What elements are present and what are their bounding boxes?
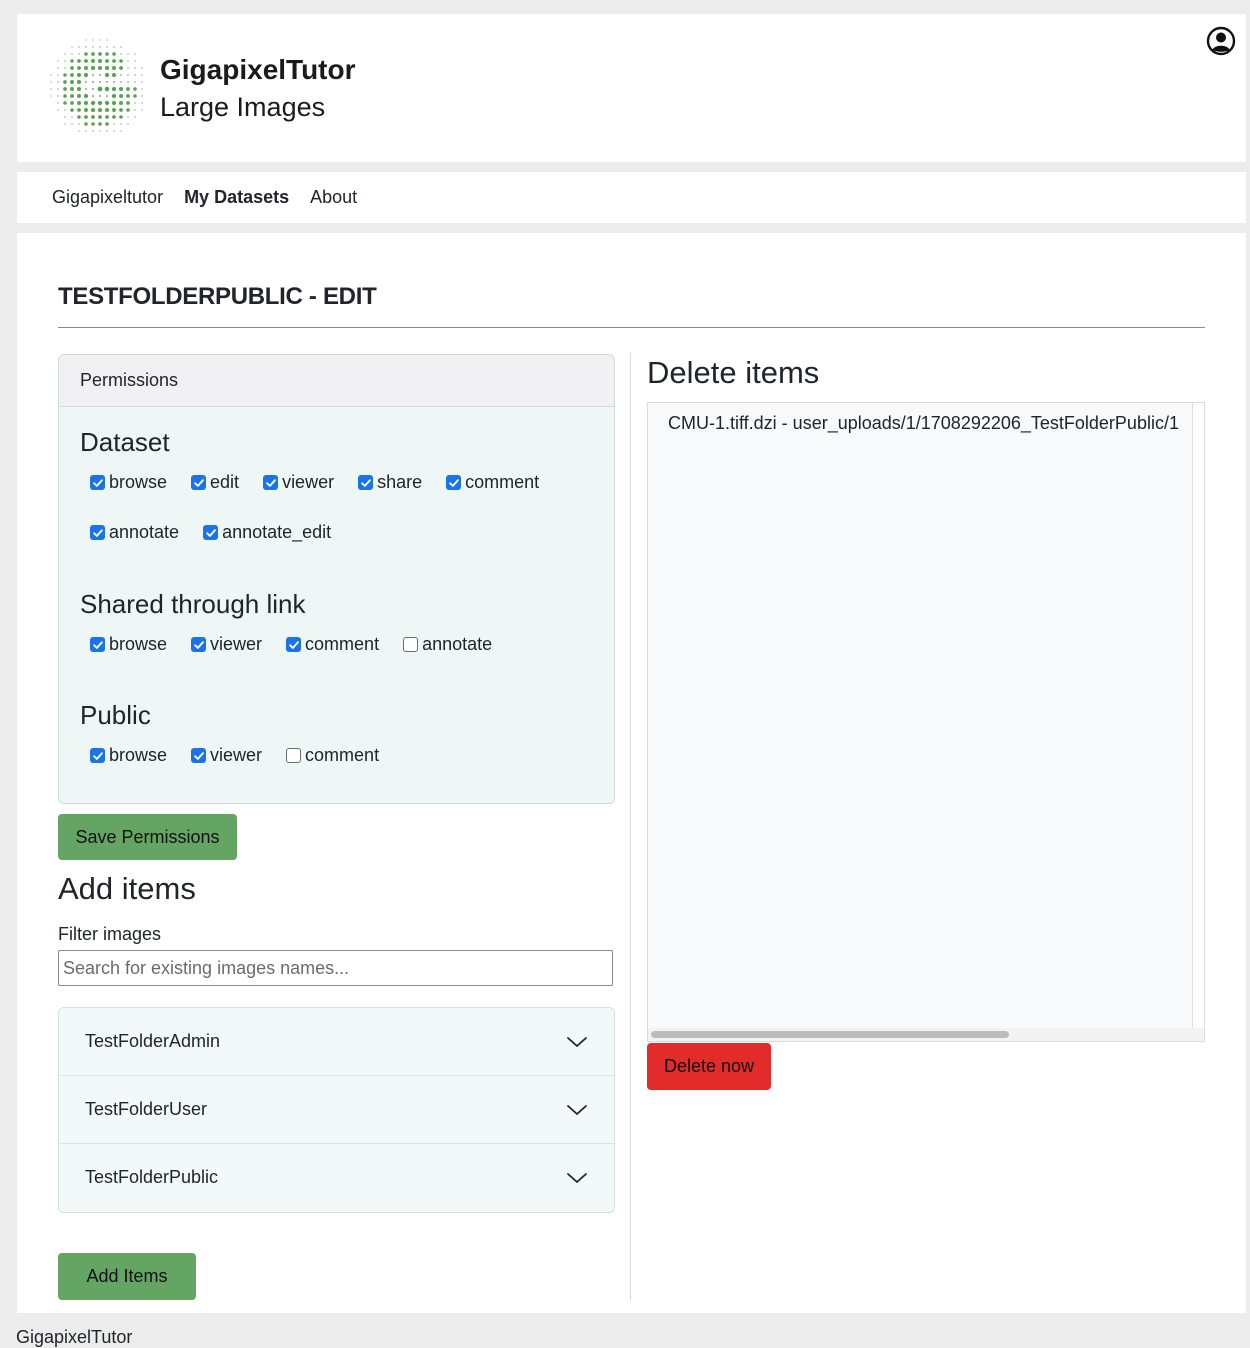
checkbox-label: viewer (282, 472, 335, 492)
dataset-annotate_edit-checkbox[interactable]: annotate_edit (203, 522, 331, 543)
folder-accordion-item[interactable]: TestFolderAdmin (59, 1008, 614, 1076)
site-header: GigapixelTutor Large Images (17, 14, 1246, 162)
nav-item-my-datasets[interactable]: My Datasets (184, 187, 289, 208)
checkbox-label: viewer (210, 634, 263, 654)
checkbox-checked-icon[interactable] (203, 525, 219, 540)
folder-name: TestFolderUser (85, 1099, 208, 1119)
brand-subtitle: Large Images (160, 92, 326, 122)
main-nav: Gigapixeltutor My Datasets About (17, 172, 1246, 223)
checkbox-checked-icon[interactable] (90, 637, 105, 652)
dataset-checkbox-row-1: browse edit viewer share comment (90, 472, 563, 493)
checkbox-label: browse (109, 472, 168, 492)
checkbox-checked-icon[interactable] (263, 475, 279, 490)
folder-name: TestFolderPublic (85, 1167, 219, 1187)
checkbox-checked-icon[interactable] (191, 748, 207, 763)
checkbox-label: comment (305, 634, 380, 654)
nav-item-about[interactable]: About (310, 187, 357, 208)
horizontal-scrollbar[interactable] (648, 1028, 1204, 1041)
title-divider (58, 327, 1205, 328)
checkbox-checked-icon[interactable] (191, 637, 207, 652)
user-account-icon[interactable] (1206, 26, 1236, 56)
delete-item-option[interactable]: CMU-1.tiff.dzi - user_uploads/1/17082922… (668, 413, 1179, 434)
shared-viewer-checkbox[interactable]: viewer (191, 634, 262, 655)
checkbox-unchecked-icon[interactable] (286, 748, 302, 763)
save-permissions-button[interactable]: Save Permissions (58, 814, 237, 860)
nav-item-gigapixeltutor[interactable]: Gigapixeltutor (52, 187, 163, 208)
shared-comment-checkbox[interactable]: comment (286, 634, 379, 655)
checkbox-label: viewer (210, 745, 263, 765)
checkbox-checked-icon[interactable] (286, 637, 302, 652)
brand-title: GigapixelTutor (160, 54, 356, 85)
filter-images-label: Filter images (58, 924, 162, 944)
shared-section-title: Shared through link (80, 589, 306, 619)
dataset-share-checkbox[interactable]: share (358, 472, 422, 493)
column-divider (630, 353, 631, 1301)
checkbox-checked-icon[interactable] (358, 475, 374, 490)
dataset-edit-checkbox[interactable]: edit (191, 472, 239, 493)
public-section-title: Public (80, 700, 151, 730)
chevron-down-icon[interactable] (566, 1103, 588, 1117)
scrollbar-thumb[interactable] (651, 1031, 1009, 1038)
checkbox-label: annotate_edit (222, 522, 332, 542)
checkbox-label: edit (210, 472, 240, 492)
shared-browse-checkbox[interactable]: browse (90, 634, 167, 655)
public-browse-checkbox[interactable]: browse (90, 745, 167, 766)
page-title: TESTFOLDERPUBLIC - EDIT (58, 283, 377, 310)
public-viewer-checkbox[interactable]: viewer (191, 745, 262, 766)
footer-text: GigapixelTutor (16, 1327, 133, 1347)
delete-items-select[interactable]: CMU-1.tiff.dzi - user_uploads/1/17082922… (647, 402, 1205, 1042)
public-comment-checkbox[interactable]: comment (286, 745, 379, 766)
checkbox-label: annotate (109, 522, 180, 542)
checkbox-label: comment (465, 472, 540, 492)
dataset-viewer-checkbox[interactable]: viewer (263, 472, 334, 493)
main-content: TESTFOLDERPUBLIC - EDIT Permissions Data… (17, 233, 1246, 1313)
shared-checkbox-row: browse viewer comment annotate (90, 634, 516, 655)
checkbox-label: annotate (422, 634, 493, 654)
dataset-annotate-checkbox[interactable]: annotate (90, 522, 179, 543)
dataset-comment-checkbox[interactable]: comment (446, 472, 539, 493)
add-items-button[interactable]: Add Items (58, 1253, 196, 1300)
checkbox-checked-icon[interactable] (446, 475, 462, 490)
folder-accordion-item[interactable]: TestFolderPublic (59, 1144, 614, 1211)
public-checkbox-row: browse viewer comment (90, 745, 403, 766)
delete-items-heading: Delete items (647, 355, 820, 390)
logo-icon (50, 39, 143, 132)
delete-now-button[interactable]: Delete now (647, 1043, 771, 1090)
dataset-browse-checkbox[interactable]: browse (90, 472, 167, 493)
delete-items-list: CMU-1.tiff.dzi - user_uploads/1/17082922… (648, 403, 1193, 1029)
checkbox-checked-icon[interactable] (191, 475, 207, 490)
checkbox-checked-icon[interactable] (90, 525, 105, 540)
checkbox-unchecked-icon[interactable] (403, 637, 419, 652)
permissions-card: Permissions Dataset browse edit viewer shar… (58, 354, 615, 804)
dataset-checkbox-row-2: annotate annotate_edit (90, 522, 355, 543)
checkbox-label: comment (305, 745, 380, 765)
filter-images-input[interactable] (58, 950, 613, 986)
add-items-heading: Add items (58, 871, 196, 906)
checkbox-label: browse (109, 634, 168, 654)
shared-annotate-checkbox[interactable]: annotate (403, 634, 492, 655)
checkbox-checked-icon[interactable] (90, 475, 105, 490)
chevron-down-icon[interactable] (566, 1035, 588, 1049)
dataset-section-title: Dataset (80, 427, 170, 457)
folder-accordion: TestFolderAdmin TestFolderUser TestFolderP… (58, 1007, 615, 1213)
chevron-down-icon[interactable] (566, 1171, 588, 1185)
checkbox-checked-icon[interactable] (90, 748, 105, 763)
permissions-header: Permissions (59, 355, 614, 407)
folder-accordion-item[interactable]: TestFolderUser (59, 1076, 614, 1144)
checkbox-label: browse (109, 745, 168, 765)
folder-name: TestFolderAdmin (85, 1031, 221, 1051)
checkbox-label: share (377, 472, 423, 492)
